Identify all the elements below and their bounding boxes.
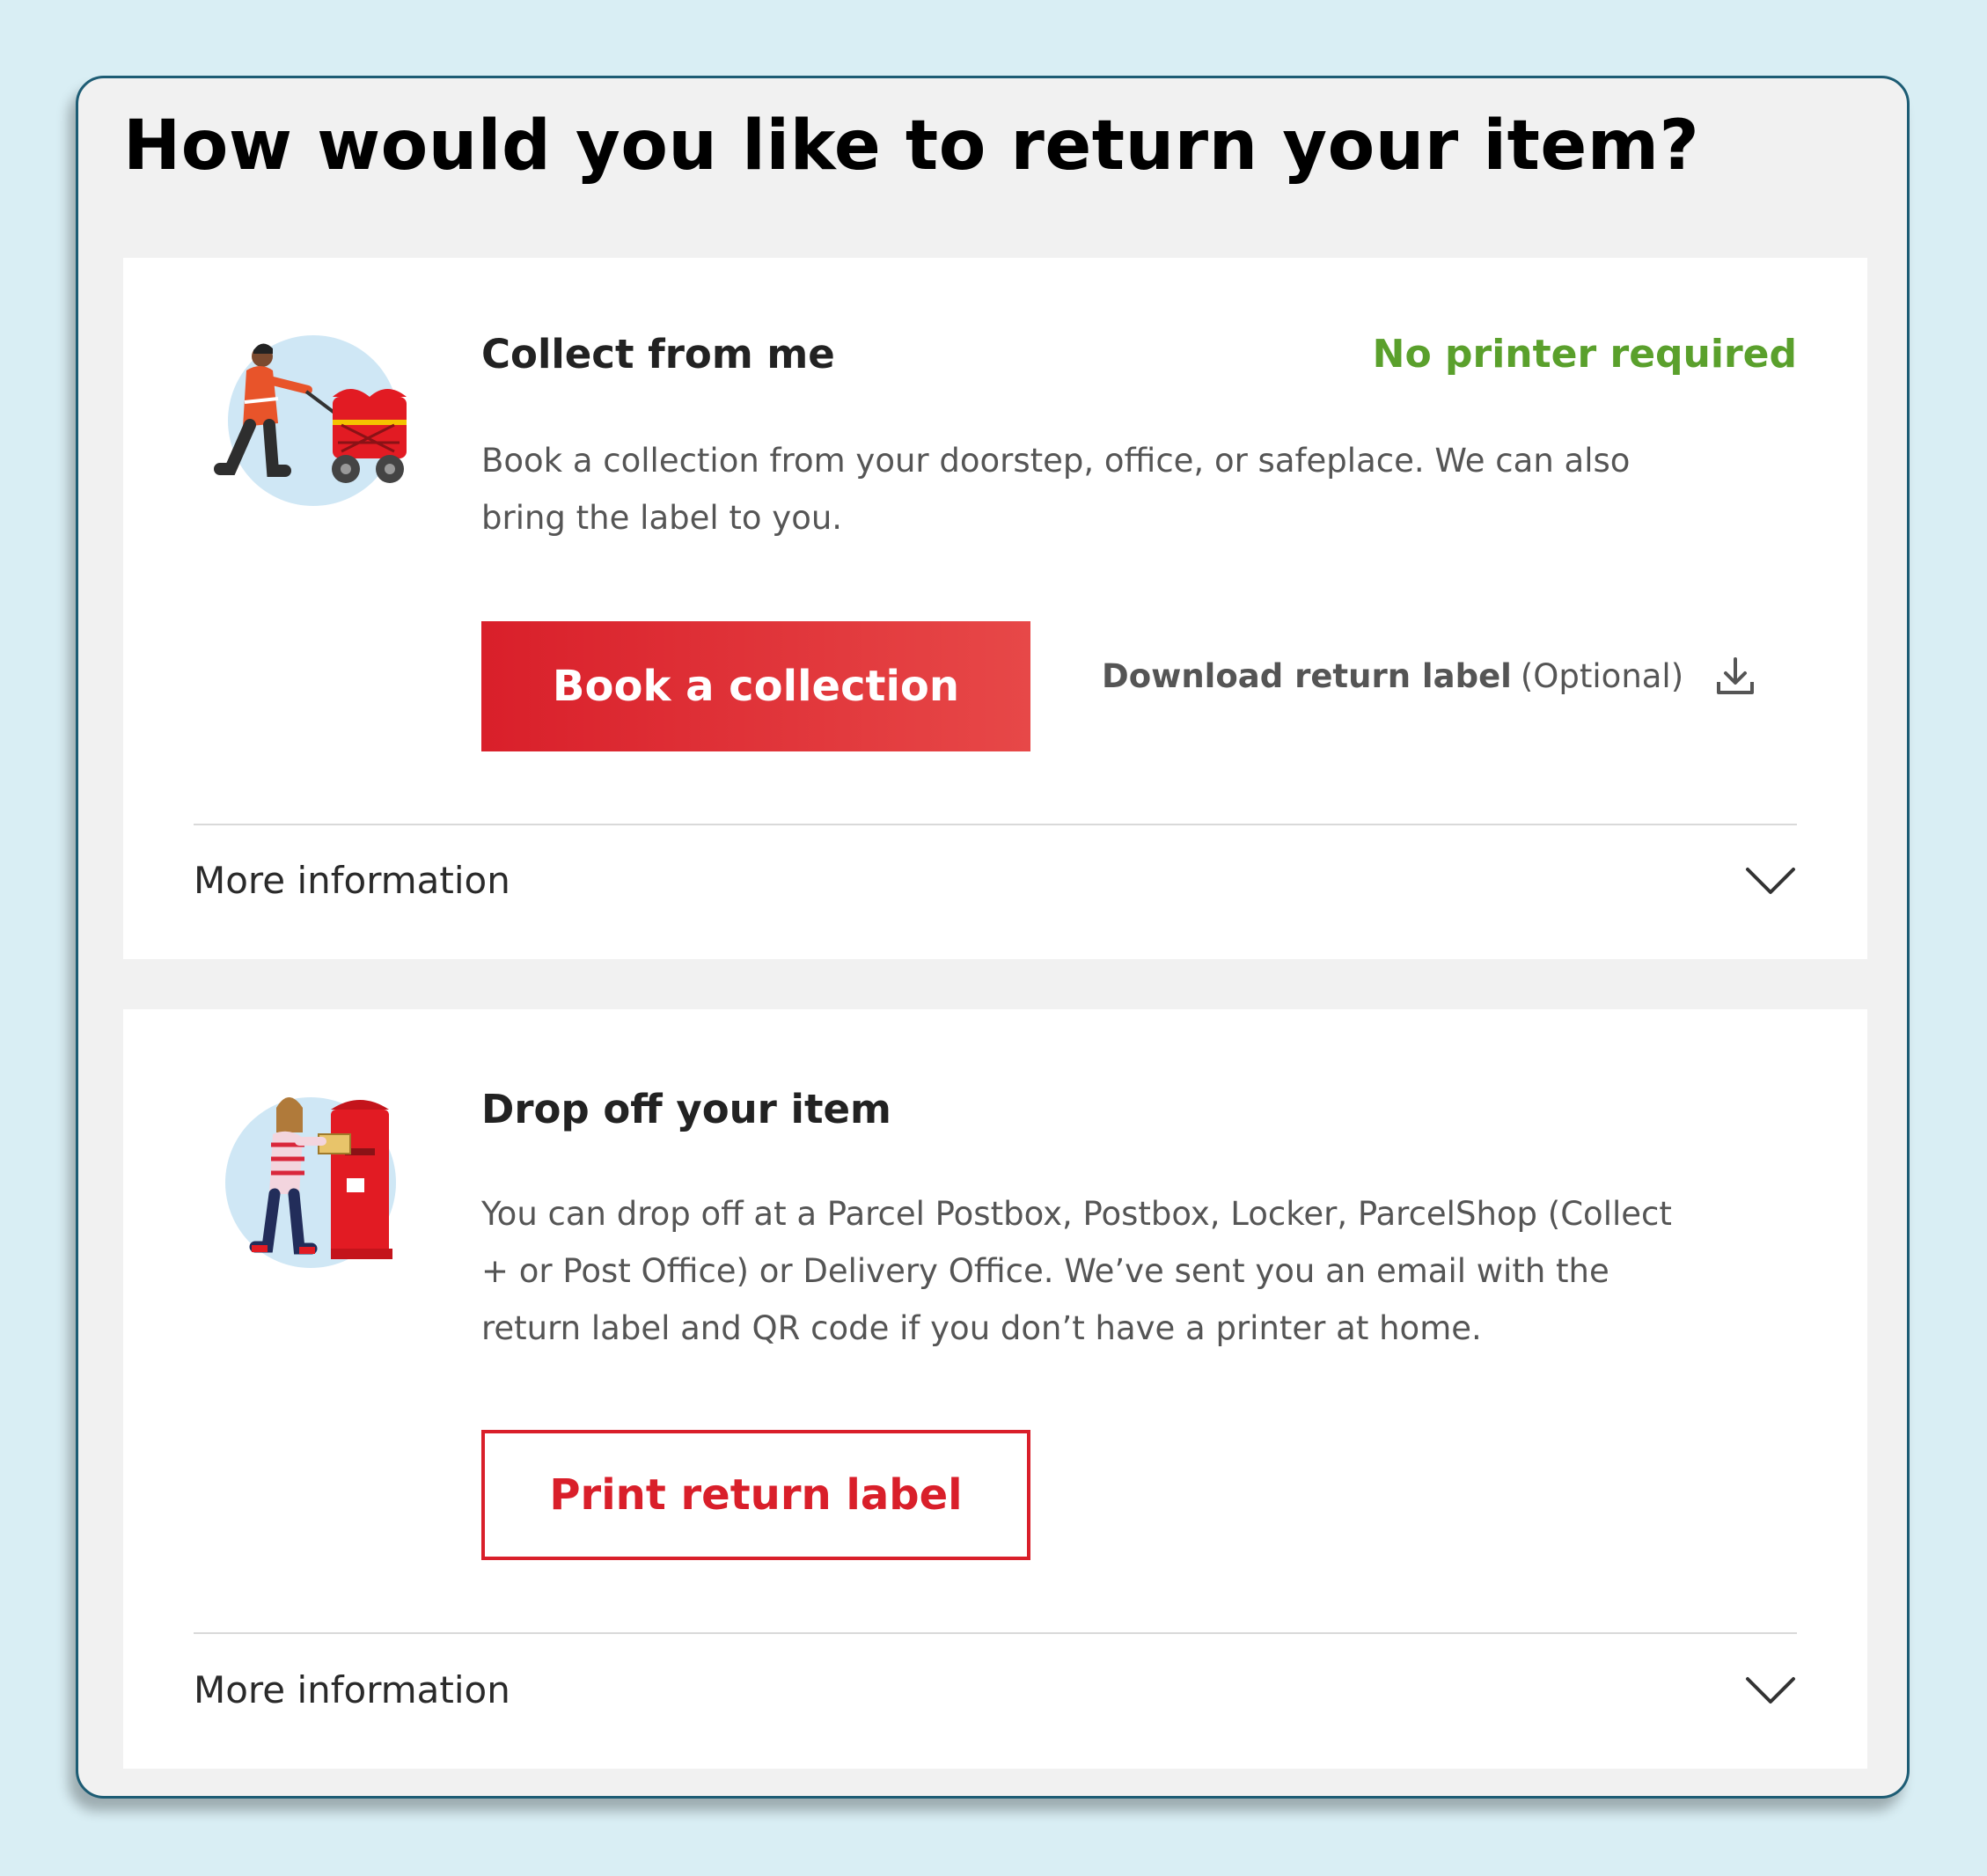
chevron-down-icon <box>1746 868 1795 894</box>
divider <box>194 824 1797 825</box>
postal-worker-trolley-illustration <box>214 335 407 506</box>
option-card-collect: Collect from me No printer required Book… <box>123 258 1867 959</box>
option-description: Book a collection from your doorstep, of… <box>481 442 1631 537</box>
more-information-label: More information <box>194 858 510 902</box>
chevron-down-icon <box>1746 1677 1795 1704</box>
more-information-toggle[interactable]: More information <box>194 1641 1797 1738</box>
woman-posting-parcel-illustration <box>225 1097 396 1268</box>
book-collection-button[interactable]: Book a collection <box>481 621 1030 751</box>
download-label-text: Download return label <box>1102 656 1512 695</box>
optional-text: (Optional) <box>1520 656 1684 695</box>
no-printer-badge: No printer required <box>1372 332 1797 377</box>
more-information-toggle[interactable]: More information <box>194 832 1797 928</box>
page-title: How would you like to return your item? <box>123 106 1700 186</box>
option-title: Collect from me <box>481 331 835 377</box>
divider <box>194 1632 1797 1634</box>
download-return-label-link[interactable]: Download return label (Optional) <box>1102 654 1757 698</box>
option-title: Drop off your item <box>481 1086 891 1132</box>
print-return-label-button[interactable]: Print return label <box>481 1430 1030 1560</box>
download-icon <box>1717 657 1755 694</box>
option-card-drop-off: Drop off your item You can drop off at a… <box>123 1009 1867 1769</box>
option-description: You can drop off at a Parcel Postbox, Po… <box>481 1195 1672 1347</box>
more-information-label: More information <box>194 1667 510 1711</box>
